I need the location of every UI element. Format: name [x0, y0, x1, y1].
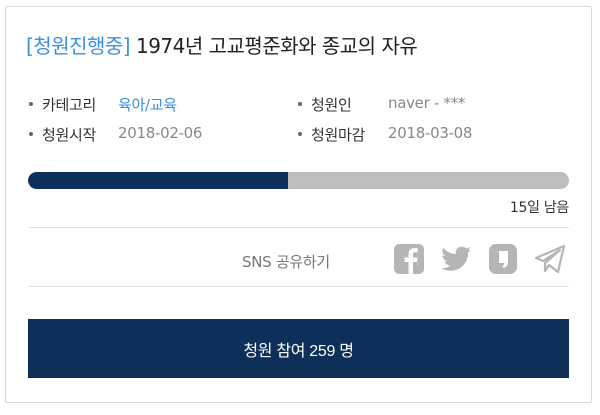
start-label: 청원시작	[42, 126, 97, 144]
meta-category: 카테고리 육아/교육	[29, 94, 177, 115]
divider-bottom	[28, 286, 569, 287]
meta-start: 청원시작 2018-02-06	[29, 124, 202, 145]
status-badge: [청원진행중]	[26, 34, 131, 58]
sns-share-label: SNS 공유하기	[242, 253, 330, 271]
start-value: 2018-02-06	[118, 124, 203, 142]
category-label: 카테고리	[42, 96, 97, 114]
bullet-icon	[29, 131, 33, 136]
progress-bar	[28, 172, 569, 189]
kakaostory-icon[interactable]	[487, 244, 519, 274]
bullet-icon	[298, 101, 302, 106]
facebook-icon[interactable]	[393, 244, 425, 274]
bullet-icon	[29, 101, 33, 106]
twitter-icon[interactable]	[440, 244, 472, 274]
progress-fill	[28, 172, 288, 189]
end-label: 청원마감	[311, 126, 366, 144]
category-link[interactable]: 육아/교육	[118, 94, 177, 115]
author-value: naver - ***	[388, 94, 466, 112]
end-value: 2018-03-08	[388, 124, 473, 142]
petition-title: [청원진행중] 1974년 고교평준화와 종교의 자유	[26, 30, 418, 59]
meta-end: 청원마감 2018-03-08	[298, 124, 472, 145]
telegram-icon[interactable]	[534, 244, 566, 274]
divider-top	[28, 227, 569, 228]
meta-author: 청원인 naver - ***	[298, 94, 465, 115]
days-remaining: 15일 남음	[509, 200, 569, 216]
author-label: 청원인	[311, 96, 352, 114]
join-petition-button[interactable]: 청원 참여 259 명	[28, 319, 569, 378]
bullet-icon	[298, 131, 302, 136]
petition-title-text: 1974년 고교평준화와 종교의 자유	[135, 34, 418, 58]
